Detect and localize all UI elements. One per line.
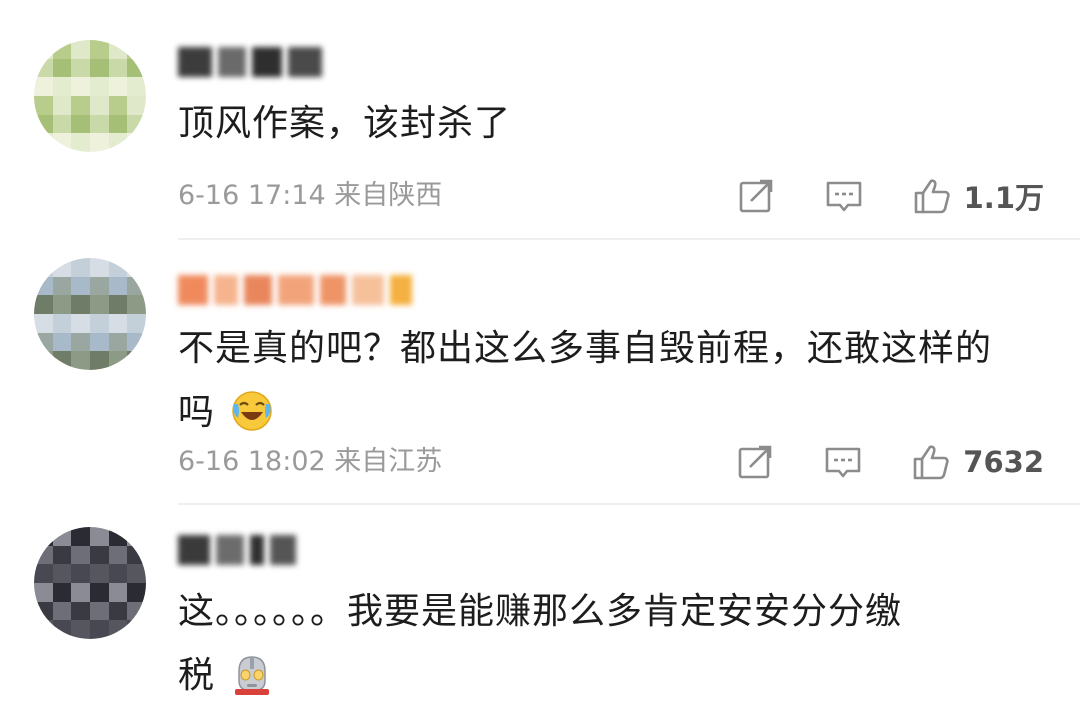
comment-text-tail: 税 [178, 655, 216, 696]
avatar[interactable] [34, 527, 146, 639]
like-count: 1.1万 [963, 181, 1044, 215]
comment-meta: 6-16 18:02 来自江苏 [178, 442, 442, 482]
thumbs-up-icon [913, 445, 949, 480]
comment-item: 不是真的吧？都出这么多事自毁前程，还敢这样的 吗 6-16 18:02 来自江苏 [0, 240, 1080, 505]
comment-text-line: 这。。。。。。我要是能赚那么多肯定安安分分缴 [178, 591, 903, 632]
comment-item: 顶风作案，该封杀了 6-16 17:14 来自陕西 1.1万 [0, 0, 1080, 240]
comment-time: 6-16 18:02 [178, 446, 326, 477]
like-count: 7632 [963, 445, 1044, 479]
comment-meta: 6-16 17:14 来自陕西 [178, 176, 442, 216]
comment-actions: 7632 [735, 437, 1044, 487]
comment-reply-icon[interactable] [824, 176, 864, 216]
share-icon[interactable] [735, 442, 775, 482]
laugh-cry-emoji-icon [232, 391, 273, 431]
avatar[interactable] [34, 40, 146, 152]
username-blurred[interactable] [178, 530, 296, 570]
username-blurred[interactable] [178, 270, 412, 310]
comment-text-line: 顶风作案，该封杀了 [178, 103, 512, 144]
comment-text: 顶风作案，该封杀了 [178, 92, 1030, 156]
comment-location: 来自江苏 [334, 446, 443, 477]
avatar[interactable] [34, 258, 146, 370]
ultraman-emoji-icon [235, 656, 270, 695]
comment-item: 这。。。。。。我要是能赚那么多肯定安安分分缴 税 [0, 505, 1080, 703]
like-button[interactable]: 7632 [911, 442, 1044, 482]
share-icon[interactable] [736, 176, 776, 216]
comment-text: 这。。。。。。我要是能赚那么多肯定安安分分缴 税 [178, 580, 1030, 703]
comment-text-line-2: 税 [178, 644, 1030, 703]
thumbs-up-icon [914, 179, 950, 214]
comment-actions: 1.1万 [736, 171, 1044, 221]
comment-text: 不是真的吧？都出这么多事自毁前程，还敢这样的 吗 [178, 317, 1030, 445]
like-button[interactable]: 1.1万 [912, 175, 1044, 217]
comment-text-line-2: 吗 [178, 381, 1030, 445]
comment-text-line: 不是真的吧？都出这么多事自毁前程，还敢这样的 [178, 328, 993, 369]
username-blurred[interactable] [178, 42, 322, 82]
comment-time: 6-16 17:14 [178, 180, 326, 211]
comment-text-tail: 吗 [178, 392, 216, 433]
comment-reply-icon[interactable] [823, 442, 863, 482]
comment-location: 来自陕西 [334, 180, 443, 211]
